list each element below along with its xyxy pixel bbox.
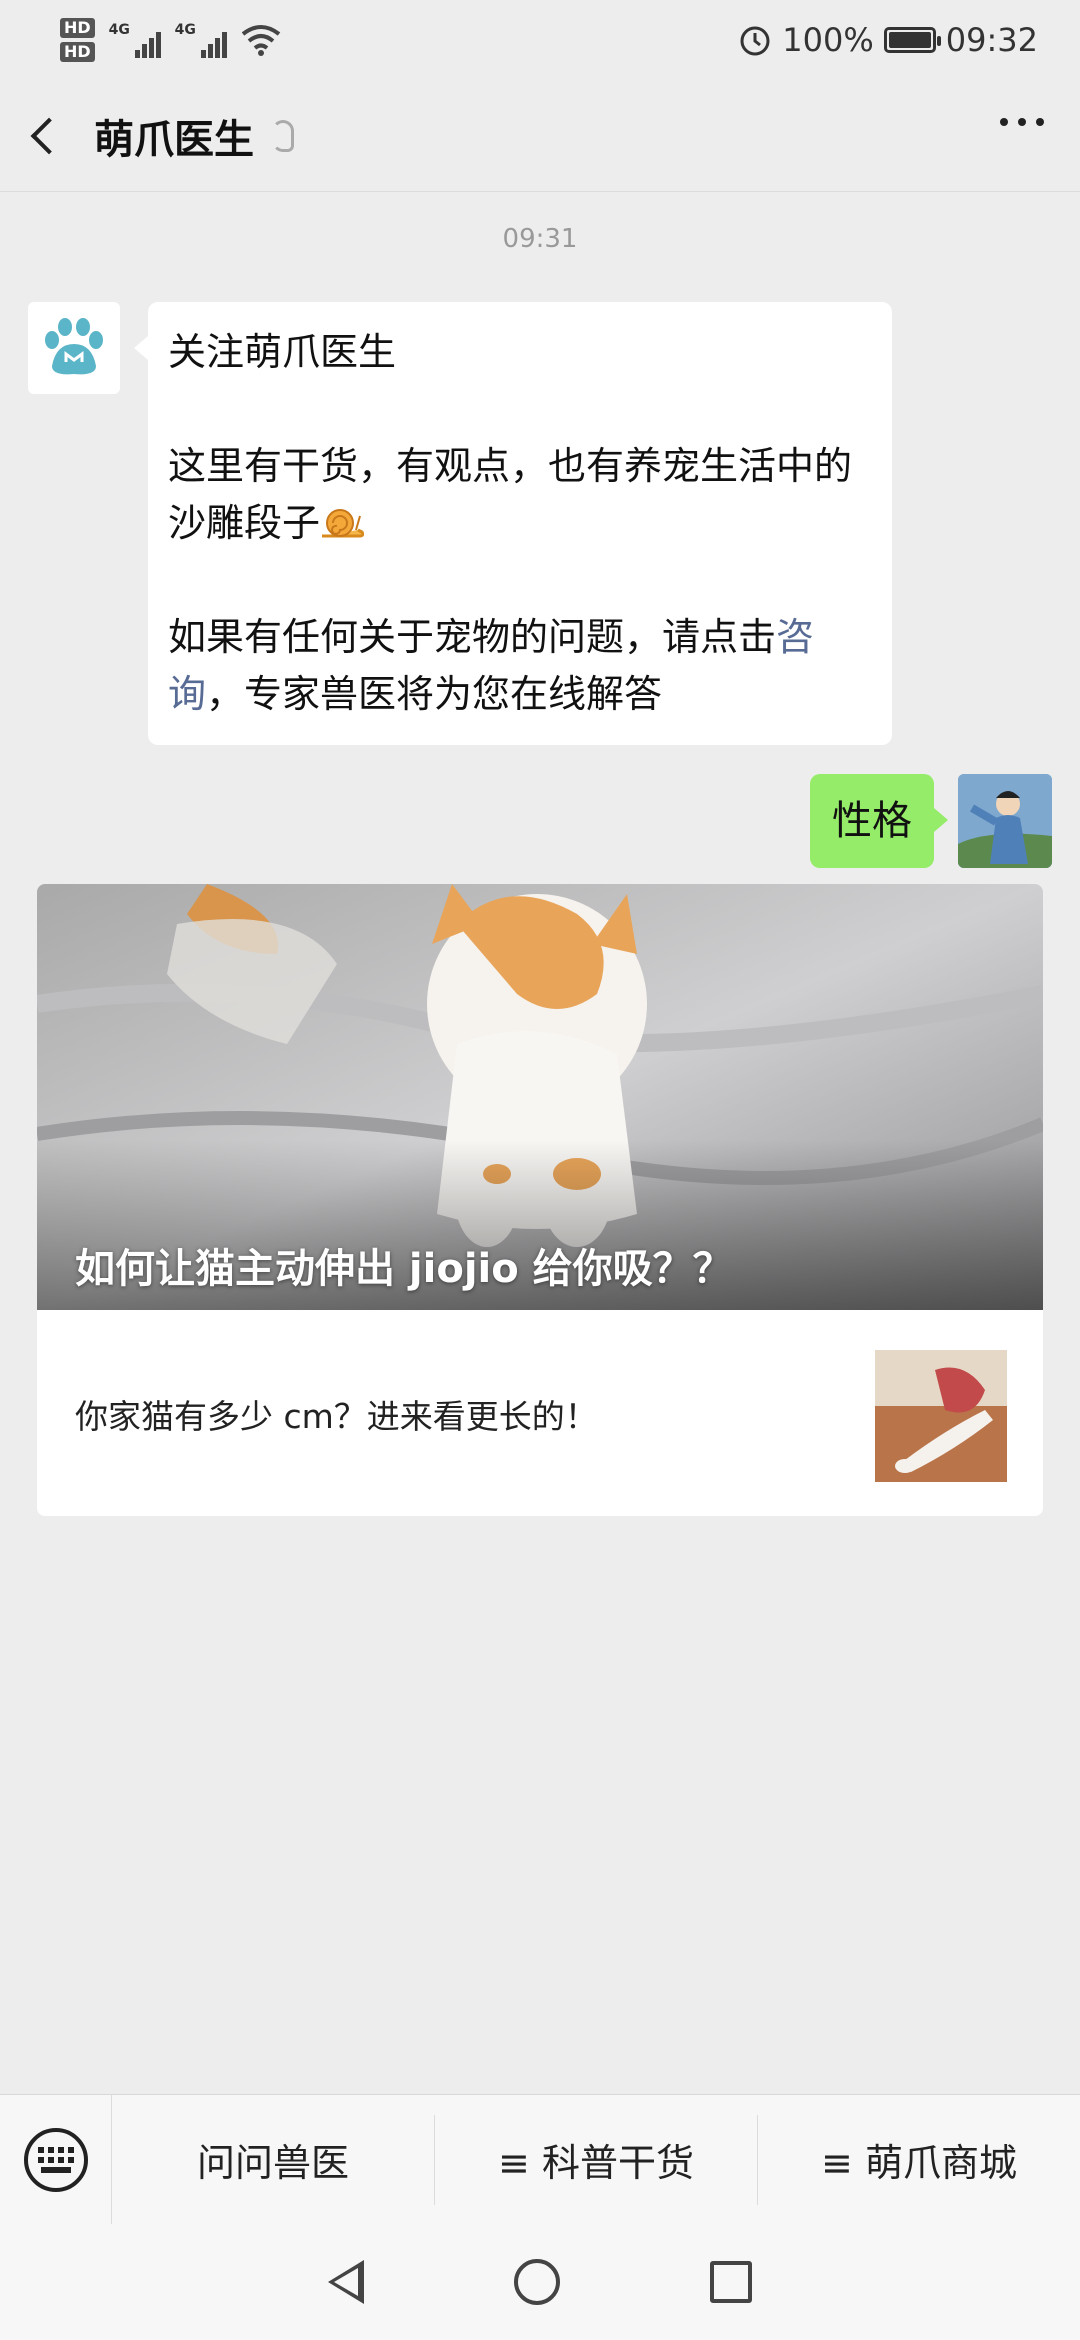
system-back-button[interactable] [328,2260,364,2304]
status-left: HD HD 4G 4G [60,18,281,62]
menu-bar: 问问兽医 ≡ 科普干货 ≡ 萌爪商城 [0,2094,1080,2225]
clock: 09:32 [945,21,1038,59]
message-text: 如果有任何关于宠物的问题，请点击 [168,615,777,659]
official-account-avatar[interactable] [28,302,120,394]
chat-timestamp: 09:31 [502,224,578,254]
message-line: 关注萌爪医生 [168,330,397,374]
article-thumbnail [875,1350,1007,1482]
ear-icon [272,119,294,152]
alarm-icon [740,26,770,56]
battery-percent: 100% [782,21,874,59]
hd2-badge: HD [60,42,95,62]
message-text: 性格 [832,798,912,844]
message-line: 这里有干货，有观点，也有养宠生活中的沙雕段子 [168,438,872,552]
message-text: 这里有干货，有观点，也有养宠生活中的沙雕段子 [168,444,853,545]
outgoing-message-bubble[interactable]: 性格 [810,774,948,868]
incoming-message-bubble[interactable]: 关注萌爪医生 这里有干货，有观点，也有养宠生活中的沙雕段子 如果有任何关于宠物的… [134,302,892,745]
more-dot [1018,118,1026,126]
signal1-icon: 4G [109,22,161,58]
system-home-button[interactable] [514,2259,560,2305]
article-title: 如何让猫主动伸出 jiojio 给你吸？？ [75,1246,733,1292]
keyboard-icon [23,2127,88,2192]
more-dot [1036,118,1044,126]
article-card[interactable]: 如何让猫主动伸出 jiojio 给你吸？？ 你家猫有多少 cm？进来看更长的！ [37,884,1043,1516]
message-text: ，专家兽医将为您在线解答 [206,672,663,716]
hd1-badge: HD [60,18,95,38]
message-line: 如果有任何关于宠物的问题，请点击咨询，专家兽医将为您在线解答 [168,609,872,723]
more-dot [1000,118,1008,126]
user-avatar[interactable] [958,774,1052,868]
menu-item-ask-vet[interactable]: 问问兽医 [112,2114,435,2205]
network1-label: 4G [108,22,130,38]
hd-indicators: HD HD [60,18,95,62]
wifi-icon [241,25,280,56]
keyboard-toggle-button[interactable] [0,2094,112,2225]
paw-icon [45,318,103,375]
status-right: 100% 09:32 [738,21,1038,59]
avatar-image [958,774,1052,868]
menu-item-shop[interactable]: ≡ 萌爪商城 [758,2115,1080,2205]
system-recents-button[interactable] [710,2261,752,2303]
signal2-icon: 4G [175,22,227,58]
status-bar: HD HD 4G 4G 100% 09:32 [0,0,1080,80]
menu-item-science[interactable]: ≡ 科普干货 [435,2114,758,2205]
system-nav-bar [0,2224,1080,2340]
back-button[interactable] [0,80,90,192]
more-button[interactable] [1000,118,1044,126]
network2-label: 4G [174,22,196,38]
article-subtitle: 你家猫有多少 cm？进来看更长的！ [75,1397,598,1436]
battery-icon [883,27,941,53]
article-sub-row[interactable]: 你家猫有多少 cm？进来看更长的！ [37,1310,1043,1516]
chat-title: 萌爪医生 [94,116,254,163]
nav-bar: 萌爪医生 [0,80,1080,192]
snail-emoji-icon [322,509,365,538]
chevron-left-icon [30,117,68,154]
